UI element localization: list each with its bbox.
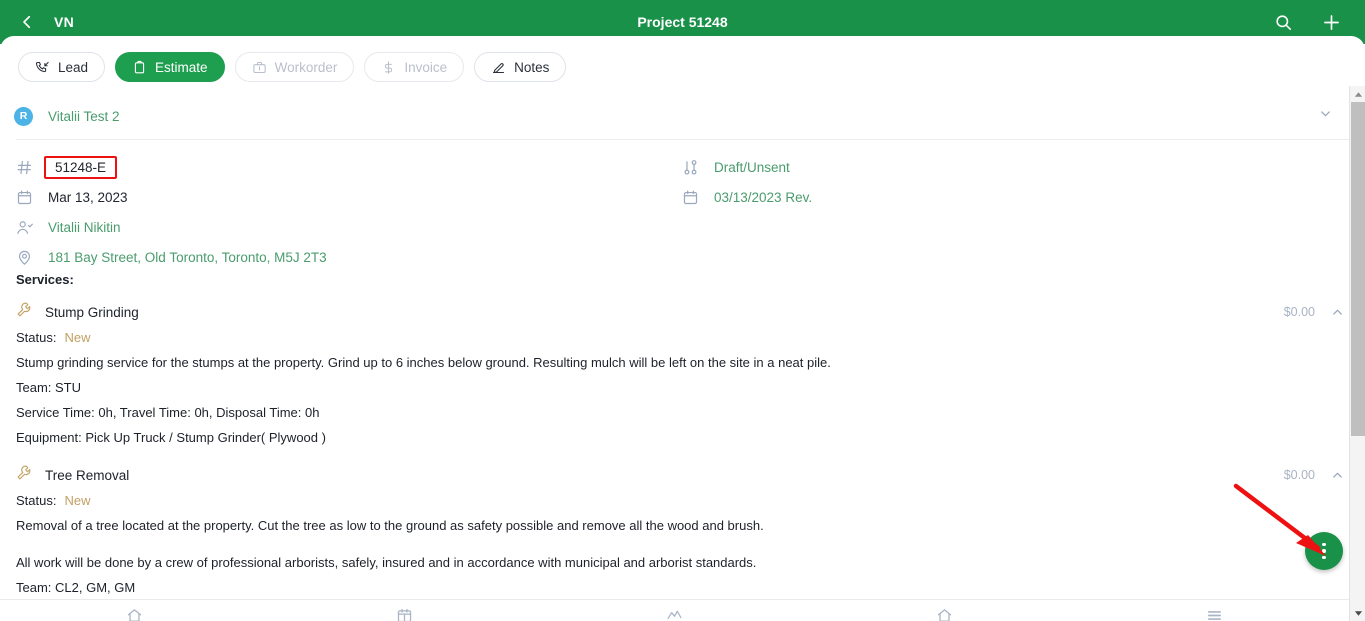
plus-icon[interactable] bbox=[1319, 10, 1343, 34]
nav-item-calendar[interactable] bbox=[375, 600, 435, 621]
org-initials: VN bbox=[54, 14, 75, 30]
tab-invoice-label: Invoice bbox=[404, 59, 448, 75]
scroll-up-arrow-icon[interactable] bbox=[1350, 86, 1365, 102]
service-equipment: Equipment: Pick Up Truck / Stump Grinder… bbox=[16, 430, 326, 445]
service-price: $0.00 bbox=[1283, 468, 1315, 482]
flow-branch-icon bbox=[682, 159, 702, 176]
scrollbar-thumb[interactable] bbox=[1351, 102, 1365, 436]
service-description: Stump grinding service for the stumps at… bbox=[16, 355, 831, 370]
search-icon[interactable] bbox=[1271, 10, 1295, 34]
service-paragraph-gap bbox=[0, 538, 1365, 550]
nav-item-home-alt[interactable] bbox=[914, 600, 974, 621]
meta-column-left: 51248-E Mar 13, 2023 Vitalii Nikitin 181… bbox=[16, 152, 656, 272]
incoming-call-icon bbox=[35, 60, 50, 75]
tab-notes-label: Notes bbox=[514, 59, 550, 75]
estimate-status-value[interactable]: Draft/Unsent bbox=[714, 160, 790, 175]
assignee-value[interactable]: Vitalii Nikitin bbox=[48, 220, 121, 235]
person-check-icon bbox=[16, 219, 36, 236]
clipboard-icon bbox=[132, 60, 147, 75]
service-team: Team: CL2, GM, GM bbox=[16, 580, 136, 595]
meta-row-address: 181 Bay Street, Old Toronto, Toronto, M5… bbox=[16, 242, 656, 272]
revision-date-value[interactable]: 03/13/2023 Rev. bbox=[714, 190, 812, 205]
tab-lead[interactable]: Lead bbox=[18, 52, 106, 82]
tab-estimate[interactable]: Estimate bbox=[115, 52, 225, 82]
more-vertical-icon-dot bbox=[1322, 555, 1326, 560]
dollar-icon bbox=[381, 60, 396, 75]
record-type-tabs: Lead Estimate Workorder Invoice Notes bbox=[0, 36, 1365, 82]
meta-row-assignee: Vitalii Nikitin bbox=[16, 212, 656, 242]
service-title: Tree Removal bbox=[45, 467, 130, 483]
service-description-extra: All work will be done by a crew of profe… bbox=[16, 555, 757, 570]
meta-row-date: Mar 13, 2023 bbox=[16, 182, 656, 212]
service-status-line: Status: New bbox=[0, 325, 1365, 350]
tab-workorder[interactable]: Workorder bbox=[234, 52, 355, 82]
hash-icon bbox=[16, 159, 36, 176]
more-vertical-icon-dot bbox=[1322, 542, 1326, 547]
tab-invoice[interactable]: Invoice bbox=[364, 52, 465, 82]
location-pin-icon bbox=[16, 249, 36, 266]
services-section: Services: Stump Grinding $0.00 Status: Ne… bbox=[0, 272, 1365, 621]
meta-column-right: Draft/Unsent 03/13/2023 Rev. bbox=[682, 152, 1302, 212]
contact-name[interactable]: Vitalii Test 2 bbox=[48, 109, 120, 124]
estimate-number-value[interactable]: 51248-E bbox=[44, 155, 118, 179]
service-times: Service Time: 0h, Travel Time: 0h, Dispo… bbox=[16, 405, 320, 420]
service-title-row[interactable]: Stump Grinding $0.00 bbox=[0, 299, 1365, 325]
bottom-navigation bbox=[0, 599, 1349, 621]
service-status-label: Status: bbox=[16, 493, 57, 508]
wrench-icon bbox=[16, 464, 36, 486]
record-meta: 51248-E Mar 13, 2023 Vitalii Nikitin 181… bbox=[0, 140, 1365, 265]
service-description: Removal of a tree located at the propert… bbox=[16, 518, 764, 533]
meta-row-number: 51248-E bbox=[16, 152, 656, 182]
app-root: VN Project 51248 Lead Estimate Workorder… bbox=[0, 0, 1365, 621]
tab-lead-label: Lead bbox=[58, 59, 89, 75]
nav-item-home[interactable] bbox=[105, 600, 165, 621]
chevron-down-icon[interactable] bbox=[1318, 106, 1333, 126]
back-chevron-icon[interactable] bbox=[14, 9, 40, 35]
chevron-up-icon[interactable] bbox=[1330, 305, 1345, 325]
nav-item-chart[interactable] bbox=[644, 600, 704, 621]
nav-item-menu[interactable] bbox=[1184, 600, 1244, 621]
estimate-date-value[interactable]: Mar 13, 2023 bbox=[48, 190, 128, 205]
tab-estimate-label: Estimate bbox=[155, 59, 208, 75]
more-actions-fab[interactable] bbox=[1305, 532, 1343, 570]
service-status-line: Status: New bbox=[0, 488, 1365, 513]
pencil-icon bbox=[491, 60, 506, 75]
service-title-row[interactable]: Tree Removal $0.00 bbox=[0, 462, 1365, 488]
calendar-icon bbox=[16, 189, 36, 206]
briefcase-icon bbox=[252, 60, 267, 75]
service-team: Team: STU bbox=[16, 380, 82, 395]
content-sheet: Lead Estimate Workorder Invoice Notes R … bbox=[0, 36, 1365, 621]
service-status-label: Status: bbox=[16, 330, 57, 345]
contact-row[interactable]: R Vitalii Test 2 bbox=[0, 99, 1365, 133]
service-title: Stump Grinding bbox=[45, 304, 139, 320]
vertical-scrollbar[interactable] bbox=[1349, 86, 1365, 621]
service-status-value: New bbox=[64, 330, 91, 345]
wrench-icon bbox=[16, 301, 36, 323]
chevron-up-icon[interactable] bbox=[1330, 468, 1345, 488]
more-vertical-icon-dot bbox=[1322, 549, 1326, 553]
services-heading: Services: bbox=[16, 272, 74, 287]
scroll-down-arrow-icon[interactable] bbox=[1350, 605, 1365, 621]
service-price: $0.00 bbox=[1283, 305, 1315, 319]
meta-row-status: Draft/Unsent bbox=[682, 152, 1302, 182]
calendar-icon bbox=[682, 189, 702, 206]
avatar: R bbox=[14, 106, 33, 126]
meta-row-revision: 03/13/2023 Rev. bbox=[682, 182, 1302, 212]
address-value[interactable]: 181 Bay Street, Old Toronto, Toronto, M5… bbox=[48, 250, 327, 265]
tab-workorder-label: Workorder bbox=[274, 59, 338, 75]
tab-notes[interactable]: Notes bbox=[474, 52, 567, 82]
service-status-value: New bbox=[64, 493, 91, 508]
